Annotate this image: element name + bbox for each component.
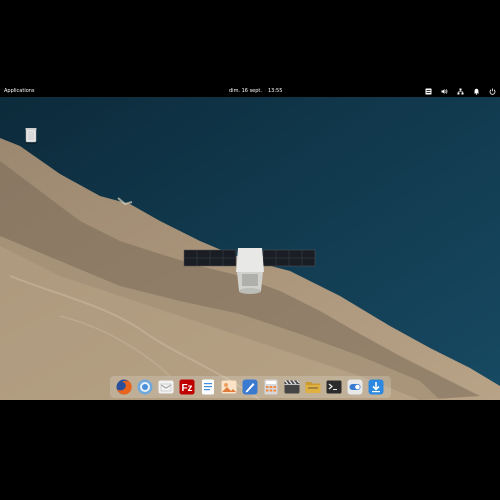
pen-icon[interactable] [242,379,258,395]
volume-icon[interactable] [441,88,448,95]
download-icon[interactable] [368,379,384,395]
applications-menu[interactable]: Applications [4,86,35,97]
terminal-icon[interactable] [326,379,342,395]
notifications-icon[interactable] [473,88,480,95]
trash-icon[interactable] [24,126,38,144]
filezilla-icon[interactable]: Fz [179,379,195,395]
svg-text:Fz: Fz [181,383,192,394]
power-icon[interactable] [489,88,496,95]
indicators [425,86,496,97]
wallpaper [0,86,500,400]
text-editor-icon[interactable] [200,379,216,395]
keyboard-icon[interactable] [425,88,432,95]
clock-time: 13:55 [267,88,283,94]
videos-icon[interactable] [284,379,300,395]
firefox-icon[interactable] [116,379,132,395]
dock: Fz [110,376,391,398]
desktop-screen: Applications dim. 16 sept. 13:55 Fz [0,86,500,400]
network-icon[interactable] [457,88,464,95]
chromium-icon[interactable] [137,379,153,395]
settings-toggle-icon[interactable] [347,379,363,395]
photos-icon[interactable] [221,379,237,395]
clock-date: dim. 16 sept. [229,88,262,94]
files-icon[interactable] [305,379,321,395]
top-panel: Applications dim. 16 sept. 13:55 [0,86,500,97]
clock[interactable]: dim. 16 sept. 13:55 [229,86,282,97]
calculator-icon[interactable] [263,379,279,395]
mail-icon[interactable] [158,379,174,395]
